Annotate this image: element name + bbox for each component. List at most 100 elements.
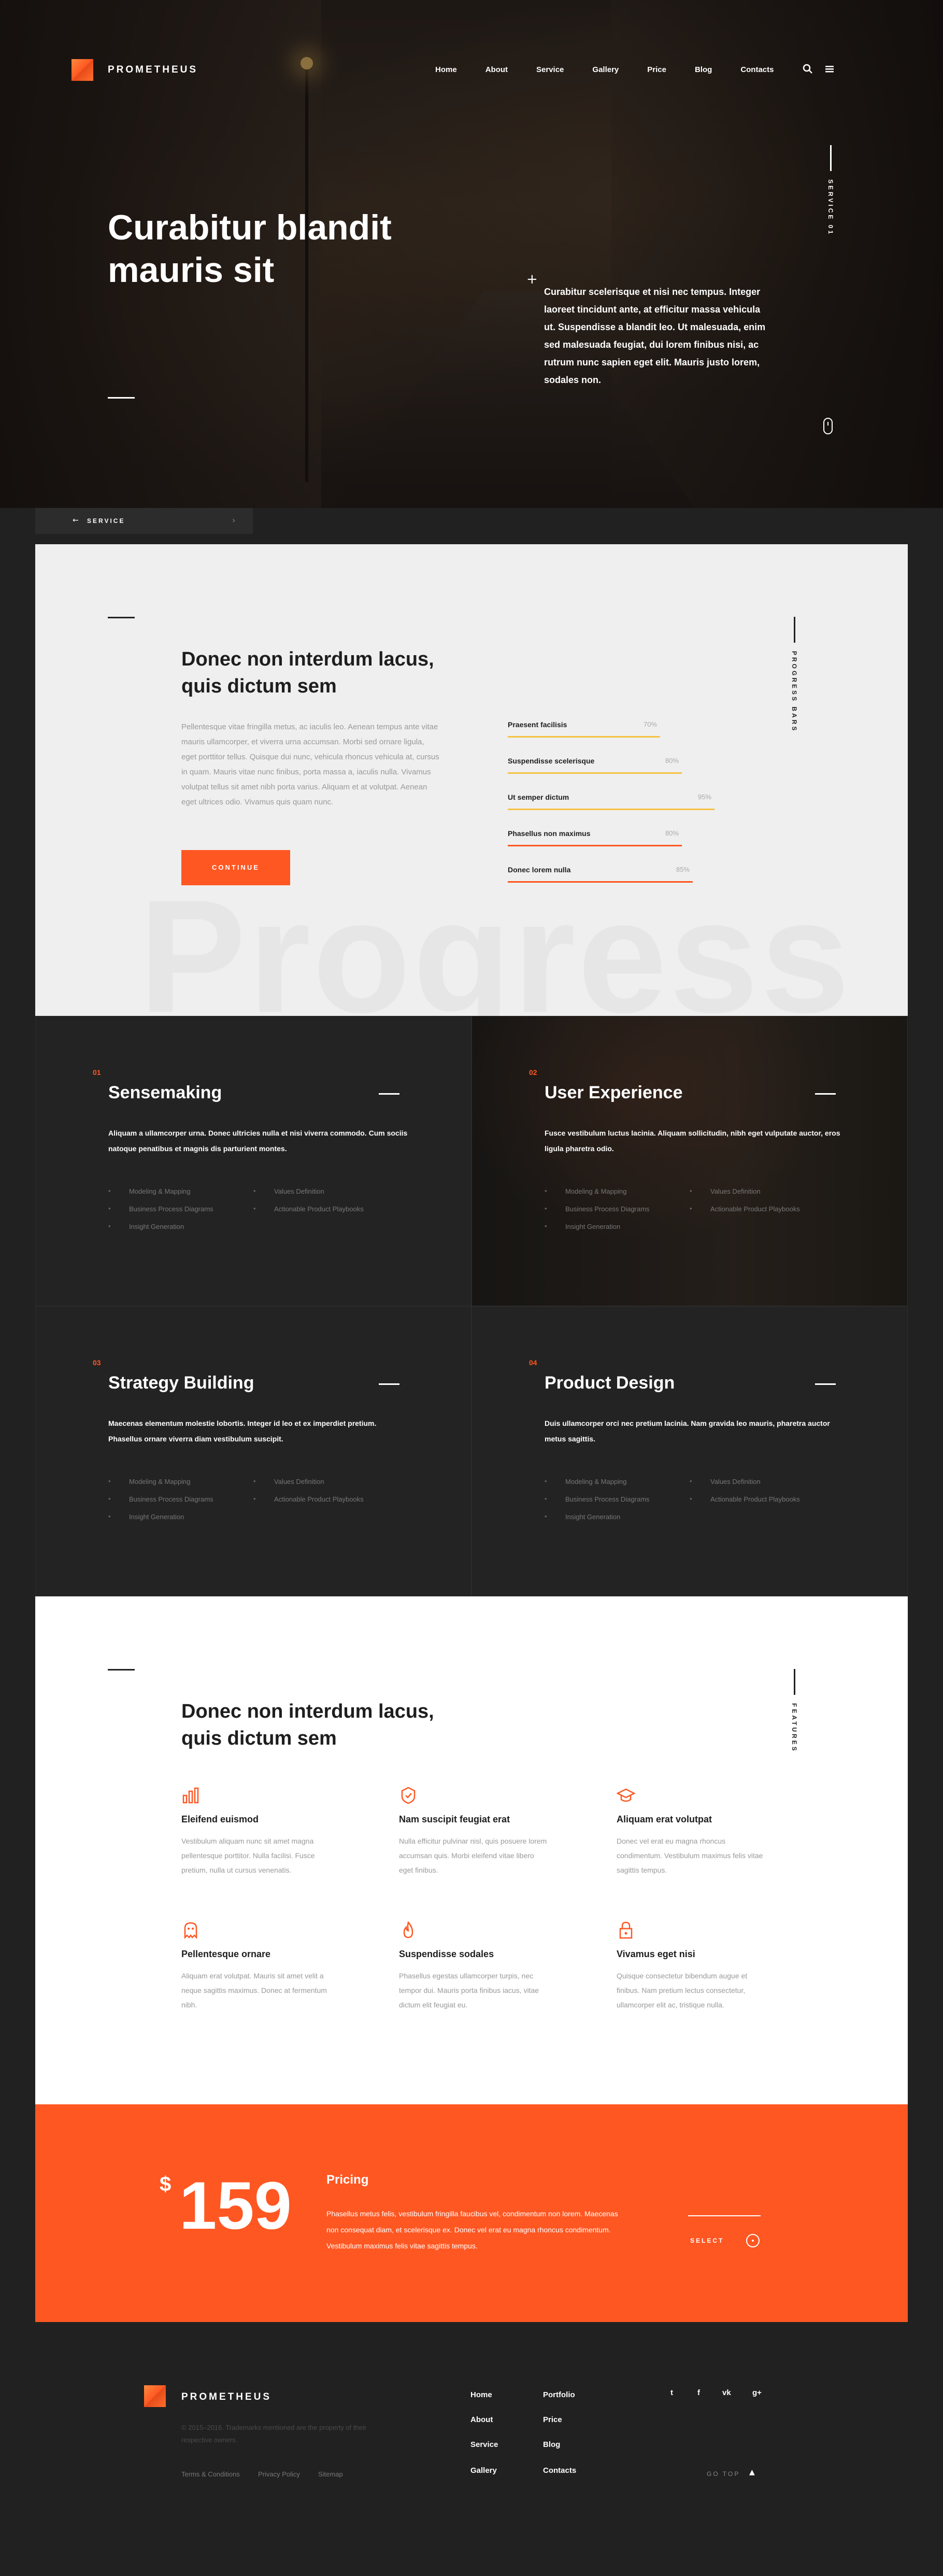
progress-bar-label: Praesent facilisis: [508, 720, 567, 729]
progress-bar: Phasellus non maximus 80%: [508, 829, 725, 866]
service-dash: [379, 1383, 399, 1385]
facebook-icon[interactable]: f: [697, 2388, 700, 2397]
service-card-user-experience[interactable]: 02 User Experience Fusce vestibulum luct…: [472, 1016, 908, 1306]
scroll-mouse-icon[interactable]: [823, 418, 833, 434]
footer-link-price[interactable]: Price: [543, 2415, 562, 2424]
footer-terms-link[interactable]: Terms & Conditions: [181, 2470, 240, 2478]
nav-price[interactable]: Price: [647, 65, 666, 74]
plus-icon: +: [526, 272, 538, 287]
progress-bar-fill: [508, 881, 693, 883]
list-item: Insight Generation: [108, 1512, 184, 1521]
footer-link-blog[interactable]: Blog: [543, 2440, 560, 2449]
footer-link-service[interactable]: Service: [470, 2440, 498, 2449]
list-item: Actionable Product Playbooks: [253, 1205, 364, 1213]
service-dash: [815, 1093, 836, 1095]
list-item: Business Process Diagrams: [108, 1205, 213, 1213]
select-button[interactable]: SELECT: [690, 2237, 724, 2244]
hero-section: PROMETHEUS Home About Service Gallery Pr…: [0, 0, 943, 508]
go-top-link[interactable]: GO TOP: [707, 2470, 740, 2478]
footer-link-portfolio[interactable]: Portfolio: [543, 2390, 575, 2399]
nav-about[interactable]: About: [485, 65, 508, 74]
progress-bar-value: 80%: [665, 829, 679, 837]
hero-title: Curabitur blandit mauris sit: [108, 208, 392, 290]
footer-link-about[interactable]: About: [470, 2415, 493, 2424]
nav-home[interactable]: Home: [435, 65, 457, 74]
google-plus-icon[interactable]: g+: [752, 2388, 762, 2397]
service-card-sensemaking[interactable]: 01 Sensemaking Aliquam a ullamcorper urn…: [35, 1016, 472, 1306]
list-item: Actionable Product Playbooks: [690, 1495, 800, 1503]
footer-link-contacts[interactable]: Contacts: [543, 2466, 576, 2475]
feature-text: Donec vel erat eu magna rhoncus condimen…: [617, 1837, 763, 1874]
service-tab-bar[interactable]: ← SERVICE ›: [35, 508, 253, 534]
service-card-product-design[interactable]: 04 Product Design Duis ullamcorper orci …: [472, 1306, 908, 1596]
select-circle-icon[interactable]: [746, 2234, 760, 2247]
hero-side-line: [830, 145, 832, 171]
progress-bar-label: Phasellus non maximus: [508, 829, 591, 838]
features-section: Donec non interdum lacus, quis dictum se…: [35, 1596, 908, 2104]
footer: PROMETHEUS © 2015–2016. Trademarks menti…: [0, 2322, 943, 2576]
features-side-line: [794, 1669, 795, 1695]
list-item: Values Definition: [253, 1187, 324, 1195]
twitter-icon[interactable]: t: [670, 2388, 673, 2397]
progress-bar: Praesent facilisis 70%: [508, 720, 725, 757]
lock-icon: [619, 1921, 633, 1939]
progress-bar-value: 85%: [676, 866, 690, 873]
feature-item: Vivamus eget nisi Quisque consectetur bi…: [617, 1921, 772, 2009]
continue-button[interactable]: CONTINUE: [181, 850, 290, 885]
list-item: Values Definition: [253, 1477, 324, 1485]
service-desc: Maecenas elementum molestie lobortis. In…: [108, 1419, 377, 1443]
footer-link-gallery[interactable]: Gallery: [470, 2466, 497, 2475]
list-item: Modeling & Mapping: [108, 1187, 191, 1195]
fire-icon: [403, 1921, 413, 1938]
progress-bar-value: 95%: [698, 793, 712, 801]
features-title: Donec non interdum lacus, quis dictum se…: [181, 1701, 434, 1749]
feature-item: Aliquam erat volutpat Donec vel erat eu …: [616, 1786, 772, 1874]
pricing-line: [688, 2215, 761, 2216]
feature-item: Nam suscipit feugiat erat Nulla efficitu…: [399, 1786, 554, 1874]
list-item: Insight Generation: [545, 1512, 620, 1521]
footer-brand[interactable]: PROMETHEUS: [181, 2391, 272, 2403]
feature-text: Aliquam erat volutpat. Mauris sit amet v…: [181, 1972, 327, 2009]
list-item: Modeling & Mapping: [108, 1477, 191, 1485]
nav-service[interactable]: Service: [536, 65, 564, 74]
top-nav: PROMETHEUS Home About Service Gallery Pr…: [72, 58, 838, 81]
service-tab-label: SERVICE: [87, 517, 125, 525]
list-item: Business Process Diagrams: [545, 1495, 650, 1503]
features-side-label: FEATURES: [791, 1703, 798, 1753]
list-item: Values Definition: [690, 1477, 761, 1485]
progress-bar: Ut semper dictum 95%: [508, 793, 725, 829]
features-dash: [108, 1669, 135, 1671]
progress-bars: Praesent facilisis 70% Suspendisse scele…: [508, 720, 725, 902]
nav-gallery[interactable]: Gallery: [592, 65, 619, 74]
footer-sitemap-link[interactable]: Sitemap: [318, 2470, 343, 2478]
vk-icon[interactable]: vk: [722, 2388, 731, 2397]
nav-contacts[interactable]: Contacts: [740, 65, 774, 74]
logo-text[interactable]: PROMETHEUS: [108, 64, 198, 76]
progress-bar-fill: [508, 736, 660, 738]
arrow-up-icon[interactable]: ▲: [749, 2468, 755, 2476]
service-card-strategy-building[interactable]: 03 Strategy Building Maecenas elementum …: [35, 1306, 472, 1596]
menu-icon[interactable]: [824, 63, 835, 75]
service-desc: Duis ullamcorper orci nec pretium lacini…: [545, 1419, 830, 1443]
nav-links: Home About Service Gallery Price Blog Co…: [435, 65, 803, 74]
footer-privacy-link[interactable]: Privacy Policy: [258, 2470, 300, 2478]
progress-bar-label: Ut semper dictum: [508, 793, 569, 801]
search-icon[interactable]: [802, 63, 813, 75]
nav-blog[interactable]: Blog: [695, 65, 712, 74]
list-item: Values Definition: [690, 1187, 761, 1195]
progress-side-label: PROGRESS BARS: [791, 651, 798, 733]
feature-text: Phasellus egestas ullamcorper turpis, ne…: [399, 1972, 539, 2009]
service-title: Sensemaking: [108, 1083, 222, 1102]
footer-link-home[interactable]: Home: [470, 2390, 492, 2399]
page: PROMETHEUS Home About Service Gallery Pr…: [0, 0, 943, 2576]
progress-section: Progress Donec non interdum lacus, quis …: [35, 544, 908, 1016]
arrow-left-icon: ←: [73, 516, 79, 525]
list-item: Actionable Product Playbooks: [253, 1495, 364, 1503]
feature-title: Nam suscipit feugiat erat: [399, 1814, 510, 1824]
progress-bg-word: Progress: [139, 866, 852, 1016]
feature-title: Pellentesque ornare: [181, 1949, 271, 1959]
service-desc: Aliquam a ullamcorper urna. Donec ultric…: [108, 1129, 408, 1153]
chart-icon: [182, 1787, 199, 1804]
logo-icon[interactable]: [72, 59, 93, 81]
footer-logo-icon[interactable]: [144, 2385, 166, 2407]
